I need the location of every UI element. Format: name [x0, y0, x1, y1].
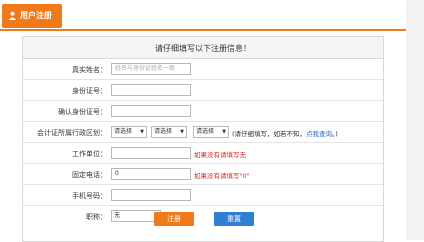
- id-number-label: 身份证号：: [72, 87, 107, 95]
- county-select[interactable]: 请选择 ▼: [193, 126, 229, 138]
- user-icon: [8, 11, 17, 20]
- work-unit-note: 如果没有请填写无: [194, 151, 246, 159]
- mobile-input[interactable]: [111, 189, 191, 201]
- row-confirm-id: 确认身份证号：: [23, 101, 383, 122]
- province-select-value: 请选择: [114, 128, 133, 135]
- phone-label: 固定电话：: [72, 171, 107, 179]
- phone-input[interactable]: 0: [111, 168, 191, 180]
- top-bar: 用户注册: [0, 0, 424, 32]
- chevron-down-icon: ▼: [222, 129, 226, 135]
- confirm-id-input[interactable]: [111, 105, 191, 117]
- reset-button[interactable]: 重置: [214, 212, 254, 226]
- register-button[interactable]: 注册: [154, 212, 194, 226]
- row-title: 职称： 无▼: [23, 206, 383, 226]
- city-select[interactable]: 请选择 ▼: [151, 126, 187, 138]
- phone-note: 如果没有请填写"0": [194, 172, 250, 180]
- district-label: 会计证所属行政区划：: [37, 129, 107, 137]
- page-title-tab: 用户注册: [2, 4, 62, 28]
- province-select[interactable]: 请选择 ▼: [111, 126, 147, 138]
- city-select-value: 请选择: [154, 128, 173, 135]
- district-hint-prefix: (请仔细填写，如若不知，: [232, 130, 307, 138]
- id-number-input[interactable]: [111, 84, 191, 96]
- page-title: 用户注册: [20, 11, 52, 20]
- row-real-name: 真实姓名： 姓名与身份证姓名一致: [23, 59, 383, 80]
- county-select-value: 请选择: [196, 128, 215, 135]
- row-district: 会计证所属行政区划： 请选择 ▼ 请选择 ▼ 请选择 ▼ (请仔细填写，如若不知，点我…: [23, 122, 383, 143]
- district-hint-suffix: 。): [332, 130, 338, 138]
- page-right-margin: [406, 0, 424, 240]
- registration-form-panel: 请仔细填写以下注册信息！ 真实姓名： 姓名与身份证姓名一致 身份证号： 确认身份…: [22, 36, 384, 242]
- row-id-number: 身份证号：: [23, 80, 383, 101]
- header-divider: [0, 29, 424, 31]
- title-select-value: 无: [114, 212, 121, 219]
- confirm-id-label: 确认身份证号：: [58, 108, 107, 116]
- title-label: 职称：: [86, 213, 107, 221]
- row-mobile: 手机号码：: [23, 185, 383, 206]
- work-unit-label: 工作单位：: [72, 150, 107, 158]
- district-hint: (请仔细填写，如若不知，点我查询。): [232, 128, 338, 138]
- real-name-label: 真实姓名：: [72, 66, 107, 74]
- chevron-down-icon: ▼: [140, 129, 144, 135]
- row-work-unit: 工作单位： 如果没有请填写无: [23, 143, 383, 164]
- district-lookup-link[interactable]: 点我查询: [306, 130, 332, 138]
- row-phone: 固定电话： 0 如果没有请填写"0": [23, 164, 383, 185]
- chevron-down-icon: ▼: [180, 129, 184, 135]
- real-name-input[interactable]: 姓名与身份证姓名一致: [111, 63, 191, 75]
- mobile-label: 手机号码：: [72, 192, 107, 200]
- work-unit-input[interactable]: [111, 147, 191, 159]
- form-heading: 请仔细填写以下注册信息！: [155, 44, 251, 53]
- form-heading-bar: 请仔细填写以下注册信息！: [23, 37, 383, 59]
